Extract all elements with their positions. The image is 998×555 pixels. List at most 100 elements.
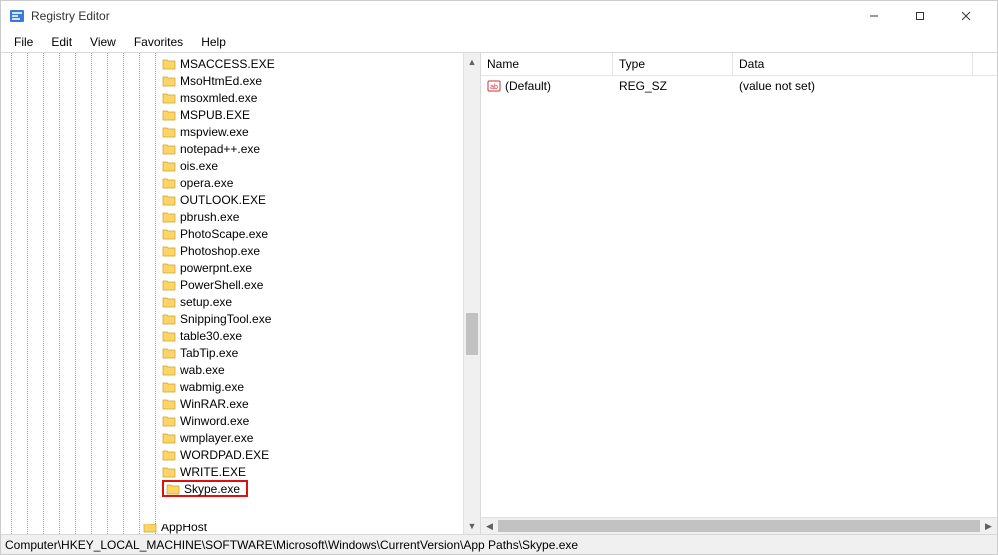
tree-item-label: TabTip.exe — [180, 346, 238, 360]
menu-edit[interactable]: Edit — [42, 33, 81, 51]
tree-item[interactable]: msoxmled.exe — [1, 89, 257, 106]
regedit-icon — [9, 8, 25, 24]
tree-item[interactable]: wabmig.exe — [1, 378, 244, 395]
column-name[interactable]: Name — [481, 53, 613, 75]
list-scrollbar-h[interactable]: ◀ ▶ — [481, 517, 997, 534]
tree-item[interactable]: WinRAR.exe — [1, 395, 249, 412]
tree-item[interactable]: PowerShell.exe — [1, 276, 263, 293]
list-header: Name Type Data — [481, 53, 997, 76]
tree-item-label: ois.exe — [180, 159, 218, 173]
tree-item[interactable]: wab.exe — [1, 361, 225, 378]
tree-item[interactable]: pbrush.exe — [1, 208, 239, 225]
folder-icon — [162, 75, 176, 87]
scroll-up-arrow[interactable]: ▲ — [464, 53, 480, 70]
folder-icon — [162, 143, 176, 155]
tree-item-label: MSACCESS.EXE — [180, 57, 275, 71]
tree-item[interactable]: PhotoScape.exe — [1, 225, 268, 242]
menu-view[interactable]: View — [81, 33, 125, 51]
minimize-button[interactable] — [851, 1, 897, 31]
scroll-thumb[interactable] — [466, 313, 478, 355]
list-body[interactable]: ab (Default) REG_SZ(value not set) — [481, 76, 997, 94]
tree-item-label: PhotoScape.exe — [180, 227, 268, 241]
tree-item[interactable]: SnippingTool.exe — [1, 310, 271, 327]
tree-item-label: setup.exe — [180, 295, 232, 309]
menu-help[interactable]: Help — [192, 33, 235, 51]
cell-data: (value not set) — [733, 79, 973, 93]
tree-item-label: pbrush.exe — [180, 210, 239, 224]
tree-item[interactable]: Winword.exe — [1, 412, 249, 429]
tree-item[interactable]: MSPUB.EXE — [1, 106, 250, 123]
list-row[interactable]: ab (Default) REG_SZ(value not set) — [481, 77, 997, 94]
tree-item[interactable]: wmplayer.exe — [1, 429, 253, 446]
tree-item-label: MSPUB.EXE — [180, 108, 250, 122]
folder-icon — [162, 211, 176, 223]
scroll-left-arrow[interactable]: ◀ — [481, 518, 498, 534]
column-data[interactable]: Data — [733, 53, 973, 75]
scroll-right-arrow[interactable]: ▶ — [980, 518, 997, 534]
folder-icon — [162, 347, 176, 359]
menubar: File Edit View Favorites Help — [1, 31, 997, 53]
column-type[interactable]: Type — [613, 53, 733, 75]
folder-icon — [166, 483, 180, 495]
tree-item-label: mspview.exe — [180, 125, 249, 139]
scroll-down-arrow[interactable]: ▼ — [464, 517, 480, 534]
tree-item-partial[interactable]: AppHost — [143, 524, 207, 534]
tree-item[interactable]: OUTLOOK.EXE — [1, 191, 266, 208]
menu-file[interactable]: File — [5, 33, 42, 51]
folder-icon — [162, 245, 176, 257]
tree-item[interactable]: ois.exe — [1, 157, 218, 174]
window-controls — [851, 1, 989, 31]
cell-type: REG_SZ — [613, 79, 733, 93]
tree-item-label: table30.exe — [180, 329, 242, 343]
tree-item-label: wabmig.exe — [180, 380, 244, 394]
tree-item[interactable]: WORDPAD.EXE — [1, 446, 269, 463]
main-split: MSACCESS.EXE MsoHtmEd.exe msoxmled.exe MSPU… — [1, 53, 997, 534]
status-path: Computer\HKEY_LOCAL_MACHINE\SOFTWARE\Mic… — [5, 538, 578, 552]
folder-icon — [162, 262, 176, 274]
maximize-button[interactable] — [897, 1, 943, 31]
tree-item[interactable]: notepad++.exe — [1, 140, 260, 157]
tree-item-label: PowerShell.exe — [180, 278, 263, 292]
tree-item-label: powerpnt.exe — [180, 261, 252, 275]
tree-item[interactable]: WRITE.EXE — [1, 463, 246, 480]
tree-item[interactable]: MsoHtmEd.exe — [1, 72, 262, 89]
tree-item[interactable]: TabTip.exe — [1, 344, 238, 361]
folder-icon — [162, 279, 176, 291]
tree-item-label: MsoHtmEd.exe — [180, 74, 262, 88]
scroll-thumb-h[interactable] — [498, 520, 980, 532]
close-button[interactable] — [943, 1, 989, 31]
tree-item-label: notepad++.exe — [180, 142, 260, 156]
tree-item-label: opera.exe — [180, 176, 233, 190]
folder-icon — [162, 109, 176, 121]
statusbar: Computer\HKEY_LOCAL_MACHINE\SOFTWARE\Mic… — [1, 534, 997, 554]
tree-item-label: WinRAR.exe — [180, 397, 249, 411]
svg-text:ab: ab — [490, 84, 498, 91]
tree-item[interactable]: Photoshop.exe — [1, 242, 260, 259]
folder-icon — [162, 313, 176, 325]
folder-icon — [162, 296, 176, 308]
folder-icon — [162, 126, 176, 138]
menu-favorites[interactable]: Favorites — [125, 33, 192, 51]
tree-item[interactable]: opera.exe — [1, 174, 233, 191]
tree-item-label: SnippingTool.exe — [180, 312, 271, 326]
tree-item[interactable]: Skype.exe — [1, 480, 248, 497]
tree-item-label: msoxmled.exe — [180, 91, 257, 105]
tree-item[interactable]: MSACCESS.EXE — [1, 55, 275, 72]
tree-item[interactable]: mspview.exe — [1, 123, 249, 140]
tree-item-label: wab.exe — [180, 363, 225, 377]
tree-view[interactable]: MSACCESS.EXE MsoHtmEd.exe msoxmled.exe MSPU… — [1, 53, 463, 534]
folder-icon — [162, 398, 176, 410]
tree-item-label: WORDPAD.EXE — [180, 448, 269, 462]
folder-icon — [162, 177, 176, 189]
cell-name: (Default) — [505, 79, 551, 93]
folder-icon — [162, 92, 176, 104]
folder-icon — [162, 160, 176, 172]
folder-icon — [162, 58, 176, 70]
folder-icon — [162, 415, 176, 427]
tree-item[interactable]: powerpnt.exe — [1, 259, 252, 276]
tree-item[interactable]: setup.exe — [1, 293, 232, 310]
folder-icon — [162, 330, 176, 342]
tree-item-label: OUTLOOK.EXE — [180, 193, 266, 207]
tree-item[interactable]: table30.exe — [1, 327, 242, 344]
tree-scrollbar[interactable]: ▲ ▼ — [463, 53, 480, 534]
